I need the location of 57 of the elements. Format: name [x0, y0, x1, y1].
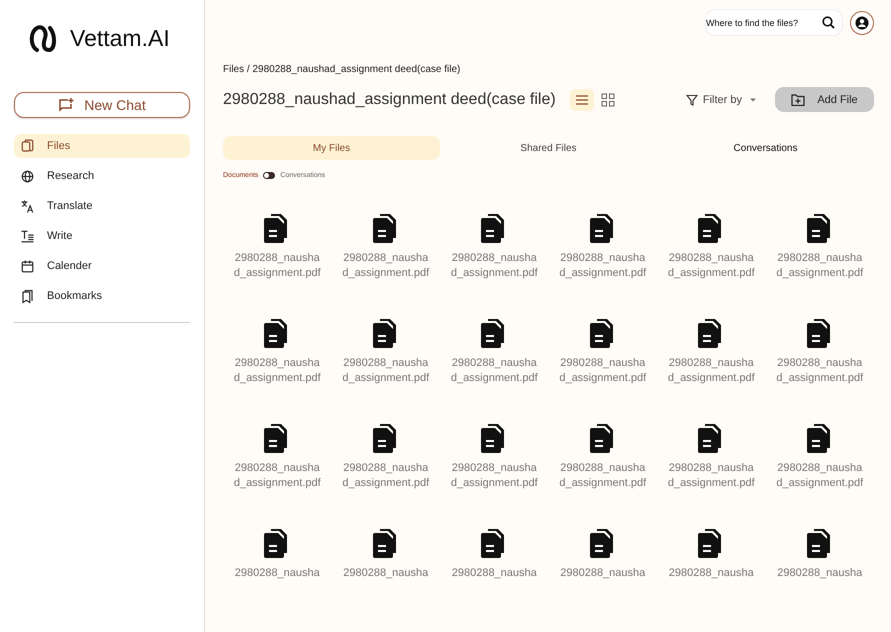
files-icon: [20, 138, 35, 154]
add-file-button[interactable]: Add File: [775, 87, 874, 112]
tab[interactable]: Conversations: [657, 136, 874, 160]
file-name: 2980288_naushad_assignment.pdf: [450, 356, 538, 386]
file-name: 2980288_naushad_assignment.pdf: [558, 251, 647, 281]
profile-button[interactable]: [850, 10, 874, 34]
nav-item[interactable]: Research: [14, 164, 190, 188]
file-name: 2980288_naushad_assignment.pdf: [450, 251, 538, 281]
file-name: 2980288_naushad_assignment.pdf: [342, 356, 430, 386]
user-icon: [855, 16, 869, 30]
file-name: 2980288_naushad_assignment.pdf: [667, 356, 756, 386]
nav-item[interactable]: Files: [14, 134, 190, 158]
chat-plus-icon: [58, 98, 74, 112]
filter-icon: [686, 94, 698, 106]
file-name: 2980288_naushad_assignment.pdf: [667, 251, 756, 281]
grid-icon: [600, 92, 615, 106]
file-name: 2980288_naushad_assignment.pdf: [233, 356, 322, 386]
list-icon: [574, 92, 589, 106]
breadcrumb: Files / 2980288_naushad_assignment deed(case file): [223, 64, 462, 75]
bookmarks-icon: [20, 288, 35, 304]
file-name: 2980288_nausha: [668, 566, 755, 581]
research-icon: [20, 168, 35, 184]
nav-item[interactable]: Write: [14, 224, 190, 248]
view-toggle[interactable]: [263, 172, 276, 179]
tab[interactable]: My Files: [223, 136, 440, 160]
search-icon: [822, 16, 835, 29]
file-name: 2980288_naushad_assignment.pdf: [233, 461, 322, 491]
file-name: 2980288_naushad_assignment.pdf: [342, 251, 430, 281]
file-name: 2980288_naushad_assignment.pdf: [558, 356, 647, 386]
file-name: 2980288_naushad_assignment.pdf: [450, 461, 538, 491]
translate-icon: [20, 198, 35, 214]
file-name: 2980288_nausha: [234, 566, 321, 581]
file-name: 2980288_nausha: [559, 566, 646, 581]
file-name: 2980288_naushad_assignment.pdf: [558, 461, 647, 491]
filter-dropdown[interactable]: Filter by: [686, 94, 759, 106]
nav-item[interactable]: Translate: [14, 194, 190, 218]
file-name: 2980288_naushad_assignment.pdf: [342, 461, 430, 491]
file-name: 2980288_nausha: [776, 566, 864, 581]
nav-item[interactable]: Bookmarks: [14, 284, 190, 308]
file-name: 2980288_naushad_assignment.pdf: [667, 461, 756, 491]
file-name: 2980288_naushad_assignment.pdf: [776, 251, 864, 281]
nav-item[interactable]: Calender: [14, 254, 190, 278]
tab[interactable]: Shared Files: [440, 136, 657, 160]
logo-icon: [28, 24, 58, 52]
file-name: 2980288_naushad_assignment.pdf: [776, 461, 864, 491]
list-view-button[interactable]: [570, 88, 594, 110]
file-name: 2980288_nausha: [342, 566, 430, 581]
file-name: 2980288_nausha: [450, 566, 538, 581]
write-icon: [20, 228, 35, 244]
file-name: 2980288_naushad_assignment.pdf: [233, 251, 322, 281]
folder-plus-icon: [791, 94, 806, 106]
calendar-icon: [20, 258, 35, 274]
brand-name: Vettam.AI: [70, 24, 170, 52]
file-name: 2980288_naushad_assignment.pdf: [776, 356, 864, 386]
new-chat-button[interactable]: New Chat: [14, 92, 190, 118]
search-field[interactable]: Where to find the files?: [705, 9, 843, 36]
page-title: 2980288_naushad_assignment deed(case file): [223, 90, 556, 108]
